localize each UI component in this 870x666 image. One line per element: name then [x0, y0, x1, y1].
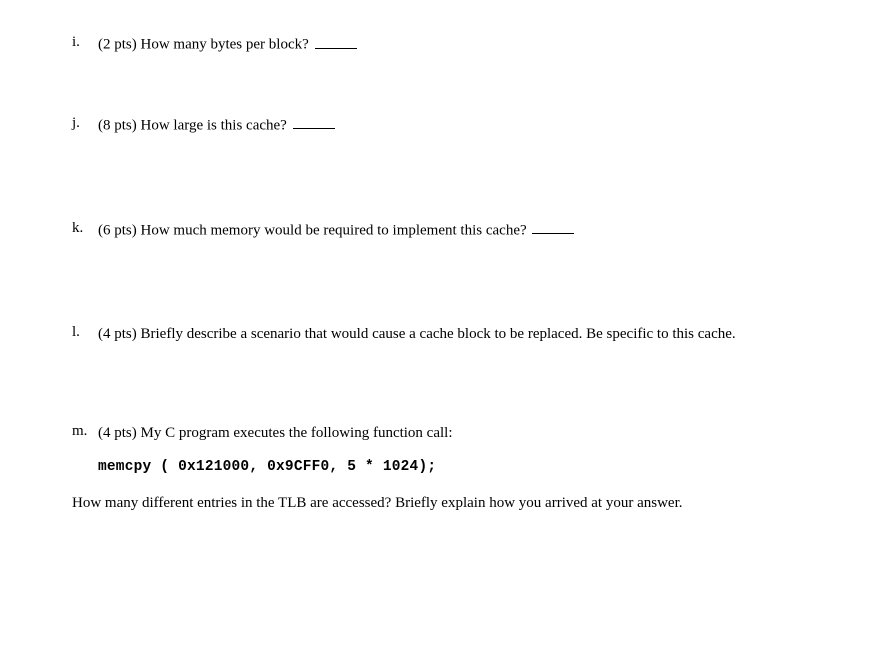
- question-row: j. (8 pts) How large is this cache?: [72, 115, 798, 136]
- question-text: (4 pts) Briefly describe a scenario that…: [98, 326, 736, 342]
- question-body: (2 pts) How many bytes per block?: [98, 34, 798, 55]
- question-i: i. (2 pts) How many bytes per block?: [72, 34, 798, 55]
- question-marker: l.: [72, 324, 98, 341]
- question-marker: k.: [72, 220, 98, 237]
- document-page: i. (2 pts) How many bytes per block? j. …: [0, 0, 870, 543]
- question-text: (6 pts) How much memory would be require…: [98, 222, 527, 238]
- question-l: l. (4 pts) Briefly describe a scenario t…: [72, 324, 798, 344]
- question-j: j. (8 pts) How large is this cache?: [72, 115, 798, 136]
- answer-blank: [315, 34, 357, 49]
- question-body: (4 pts) My C program executes the follow…: [98, 423, 798, 443]
- spacer: [72, 300, 798, 324]
- question-text: (8 pts) How large is this cache?: [98, 117, 287, 133]
- question-row: l. (4 pts) Briefly describe a scenario t…: [72, 324, 798, 344]
- question-text: (4 pts) My C program executes the follow…: [98, 425, 453, 441]
- question-body: (4 pts) Briefly describe a scenario that…: [98, 324, 798, 344]
- answer-blank: [532, 220, 574, 235]
- question-marker: j.: [72, 115, 98, 132]
- question-row: k. (6 pts) How much memory would be requ…: [72, 220, 798, 241]
- question-marker: i.: [72, 34, 98, 51]
- question-marker: m.: [72, 423, 98, 440]
- question-row: i. (2 pts) How many bytes per block?: [72, 34, 798, 55]
- question-body: (8 pts) How large is this cache?: [98, 115, 798, 136]
- question-m: m. (4 pts) My C program executes the fol…: [72, 423, 798, 514]
- question-text: (2 pts) How many bytes per block?: [98, 37, 309, 53]
- code-snippet: memcpy ( 0x121000, 0x9CFF0, 5 * 1024);: [98, 459, 798, 475]
- question-body: (6 pts) How much memory would be require…: [98, 220, 798, 241]
- followup-text: How many different entries in the TLB ar…: [72, 493, 798, 513]
- spacer: [72, 196, 798, 220]
- answer-blank: [293, 115, 335, 130]
- question-k: k. (6 pts) How much memory would be requ…: [72, 220, 798, 241]
- question-row: m. (4 pts) My C program executes the fol…: [72, 423, 798, 443]
